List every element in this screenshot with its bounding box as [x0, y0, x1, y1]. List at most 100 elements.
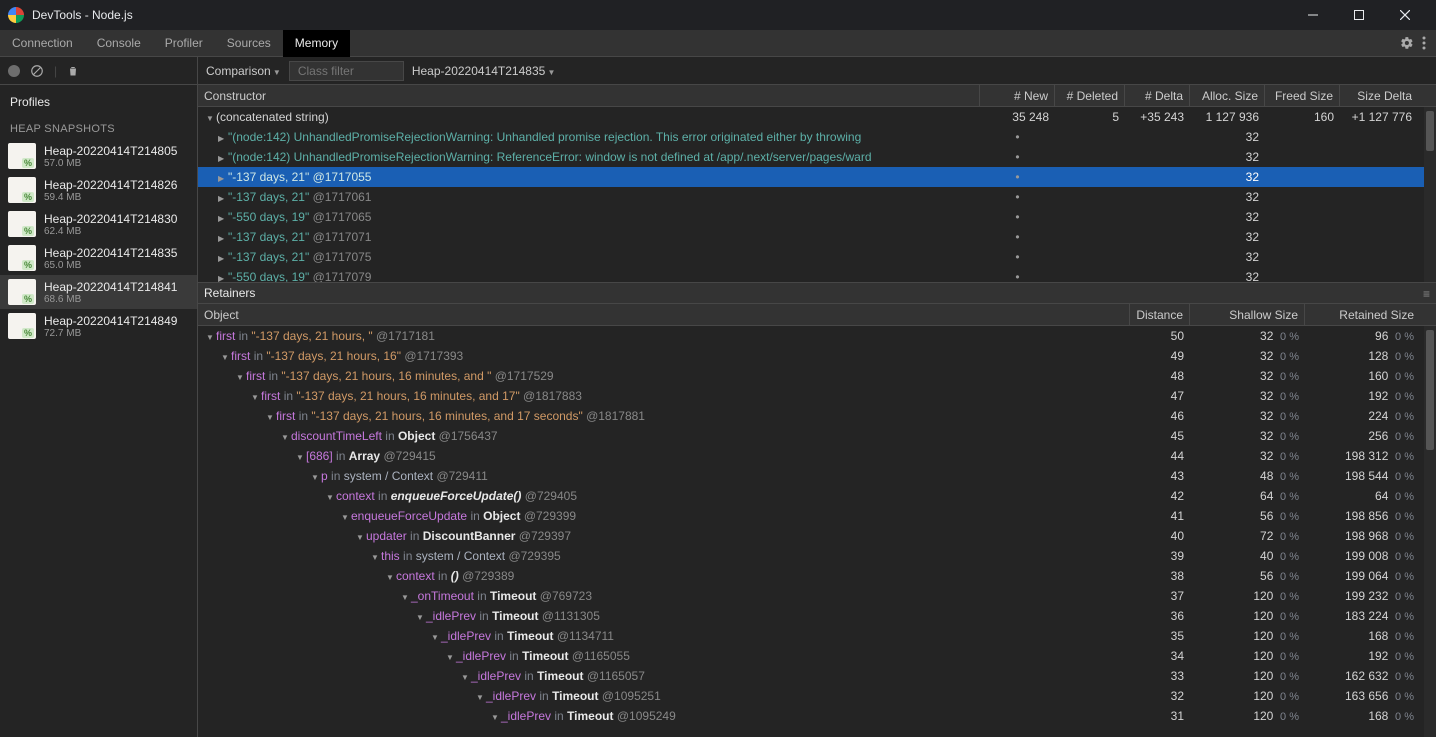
kebab-menu-icon[interactable] [1422, 36, 1426, 50]
table-row[interactable]: discountTimeLeft in Object @1756437 45 3… [198, 426, 1436, 446]
expand-icon[interactable] [296, 449, 306, 463]
constructor-scrollbar[interactable] [1424, 107, 1436, 282]
snapshot-item[interactable]: Heap-20220414T214841 68.6 MB [0, 275, 197, 309]
tab-memory[interactable]: Memory [283, 30, 350, 57]
expand-icon[interactable] [266, 409, 276, 423]
table-row[interactable]: _idlePrev in Timeout @1095249 31 120 0 %… [198, 706, 1436, 726]
col-deleted[interactable]: # Deleted [1055, 85, 1125, 106]
col-distance[interactable]: Distance [1130, 304, 1190, 325]
table-row[interactable]: context in () @729389 38 56 0 % 199 064 … [198, 566, 1436, 586]
record-button[interactable] [8, 65, 20, 77]
table-row[interactable]: first in "-137 days, 21 hours, 16 minute… [198, 386, 1436, 406]
table-row[interactable]: "-137 days, 21" @1717075 • 32 [198, 247, 1436, 267]
expand-icon[interactable] [326, 489, 336, 503]
table-row[interactable]: _onTimeout in Timeout @769723 37 120 0 %… [198, 586, 1436, 606]
tab-console[interactable]: Console [85, 30, 153, 57]
table-row[interactable]: first in "-137 days, 21 hours, 16" @1717… [198, 346, 1436, 366]
tab-connection[interactable]: Connection [0, 30, 85, 57]
snapshot-name: Heap-20220414T214835 [44, 246, 177, 260]
expand-icon[interactable] [431, 629, 441, 643]
baseline-snapshot-select[interactable]: Heap-20220414T214835 [412, 64, 556, 78]
snapshot-icon [8, 211, 36, 237]
table-row[interactable]: [686] in Array @729415 44 32 0 % 198 312… [198, 446, 1436, 466]
table-row[interactable]: "-550 days, 19" @1717079 • 32 [198, 267, 1436, 282]
expand-icon[interactable] [371, 549, 381, 563]
tab-sources[interactable]: Sources [215, 30, 283, 57]
expand-icon[interactable] [218, 270, 228, 282]
col-shallow[interactable]: Shallow Size [1190, 304, 1305, 325]
col-new[interactable]: # New [980, 85, 1055, 106]
expand-icon[interactable] [386, 569, 396, 583]
expand-icon[interactable] [218, 130, 228, 144]
snapshot-name: Heap-20220414T214849 [44, 314, 177, 328]
settings-icon[interactable] [1400, 36, 1414, 50]
table-row[interactable]: enqueueForceUpdate in Object @729399 41 … [198, 506, 1436, 526]
class-filter-input[interactable] [289, 61, 404, 81]
expand-icon[interactable] [311, 469, 321, 483]
table-row[interactable]: updater in DiscountBanner @729397 40 72 … [198, 526, 1436, 546]
table-row[interactable]: first in "-137 days, 21 hours, " @171718… [198, 326, 1436, 346]
col-constructor[interactable]: Constructor [198, 85, 980, 106]
expand-icon[interactable] [356, 529, 366, 543]
expand-icon[interactable] [218, 170, 228, 184]
maximize-button[interactable] [1336, 0, 1382, 30]
snapshot-item[interactable]: Heap-20220414T214830 62.4 MB [0, 207, 197, 241]
table-row[interactable]: "-137 days, 21" @1717055 • 32 [198, 167, 1436, 187]
expand-icon[interactable] [221, 349, 231, 363]
expand-icon[interactable] [401, 589, 411, 603]
table-row[interactable]: this in system / Context @729395 39 40 0… [198, 546, 1436, 566]
expand-icon[interactable] [218, 150, 228, 164]
expand-icon[interactable] [218, 190, 228, 204]
table-row[interactable]: context in enqueueForceUpdate() @729405 … [198, 486, 1436, 506]
table-row[interactable]: first in "-137 days, 21 hours, 16 minute… [198, 366, 1436, 386]
col-object[interactable]: Object [198, 304, 1130, 325]
table-row[interactable]: (concatenated string) 35 248 5 +35 243 1… [198, 107, 1436, 127]
expand-icon[interactable] [206, 329, 216, 343]
col-delta[interactable]: # Delta [1125, 85, 1190, 106]
col-freed[interactable]: Freed Size [1265, 85, 1340, 106]
snapshot-icon [8, 177, 36, 203]
snapshot-item[interactable]: Heap-20220414T214849 72.7 MB [0, 309, 197, 343]
expand-icon[interactable] [218, 230, 228, 244]
table-row[interactable]: _idlePrev in Timeout @1165057 33 120 0 %… [198, 666, 1436, 686]
expand-icon[interactable] [218, 210, 228, 224]
table-row[interactable]: _idlePrev in Timeout @1131305 36 120 0 %… [198, 606, 1436, 626]
expand-icon[interactable] [236, 369, 246, 383]
table-row[interactable]: "(node:142) UnhandledPromiseRejectionWar… [198, 147, 1436, 167]
expand-icon[interactable] [251, 389, 261, 403]
clear-button[interactable] [30, 64, 44, 78]
expand-icon[interactable] [476, 689, 486, 703]
view-mode-select[interactable]: Comparison [206, 64, 281, 78]
snapshot-item[interactable]: Heap-20220414T214826 59.4 MB [0, 173, 197, 207]
retainers-drag-handle[interactable]: ≡ [1423, 287, 1430, 301]
expand-icon[interactable] [218, 250, 228, 264]
table-row[interactable]: _idlePrev in Timeout @1134711 35 120 0 %… [198, 626, 1436, 646]
table-row[interactable]: _idlePrev in Timeout @1165055 34 120 0 %… [198, 646, 1436, 666]
col-alloc[interactable]: Alloc. Size [1190, 85, 1265, 106]
table-row[interactable]: "-137 days, 21" @1717061 • 32 [198, 187, 1436, 207]
snapshot-item[interactable]: Heap-20220414T214805 57.0 MB [0, 139, 197, 173]
close-button[interactable] [1382, 0, 1428, 30]
table-row[interactable]: p in system / Context @729411 43 48 0 % … [198, 466, 1436, 486]
profiles-toolbar: | [0, 57, 197, 85]
table-row[interactable]: _idlePrev in Timeout @1095251 32 120 0 %… [198, 686, 1436, 706]
table-row[interactable]: "(node:142) UnhandledPromiseRejectionWar… [198, 127, 1436, 147]
retainers-scrollbar[interactable] [1424, 326, 1436, 737]
table-row[interactable]: "-137 days, 21" @1717071 • 32 [198, 227, 1436, 247]
expand-icon[interactable] [416, 609, 426, 623]
col-sizedelta[interactable]: Size Delta [1340, 85, 1418, 106]
minimize-button[interactable] [1290, 0, 1336, 30]
expand-icon[interactable] [461, 669, 471, 683]
trash-button[interactable] [67, 64, 79, 78]
expand-icon[interactable] [446, 649, 456, 663]
tab-profiler[interactable]: Profiler [153, 30, 215, 57]
snapshot-item[interactable]: Heap-20220414T214835 65.0 MB [0, 241, 197, 275]
retainers-table-header: Object Distance Shallow Size Retained Si… [198, 304, 1436, 326]
expand-icon[interactable] [491, 709, 501, 723]
expand-icon[interactable] [341, 509, 351, 523]
expand-icon[interactable] [281, 429, 291, 443]
expand-icon[interactable] [206, 110, 216, 124]
table-row[interactable]: first in "-137 days, 21 hours, 16 minute… [198, 406, 1436, 426]
table-row[interactable]: "-550 days, 19" @1717065 • 32 [198, 207, 1436, 227]
col-retained[interactable]: Retained Size [1305, 304, 1420, 325]
